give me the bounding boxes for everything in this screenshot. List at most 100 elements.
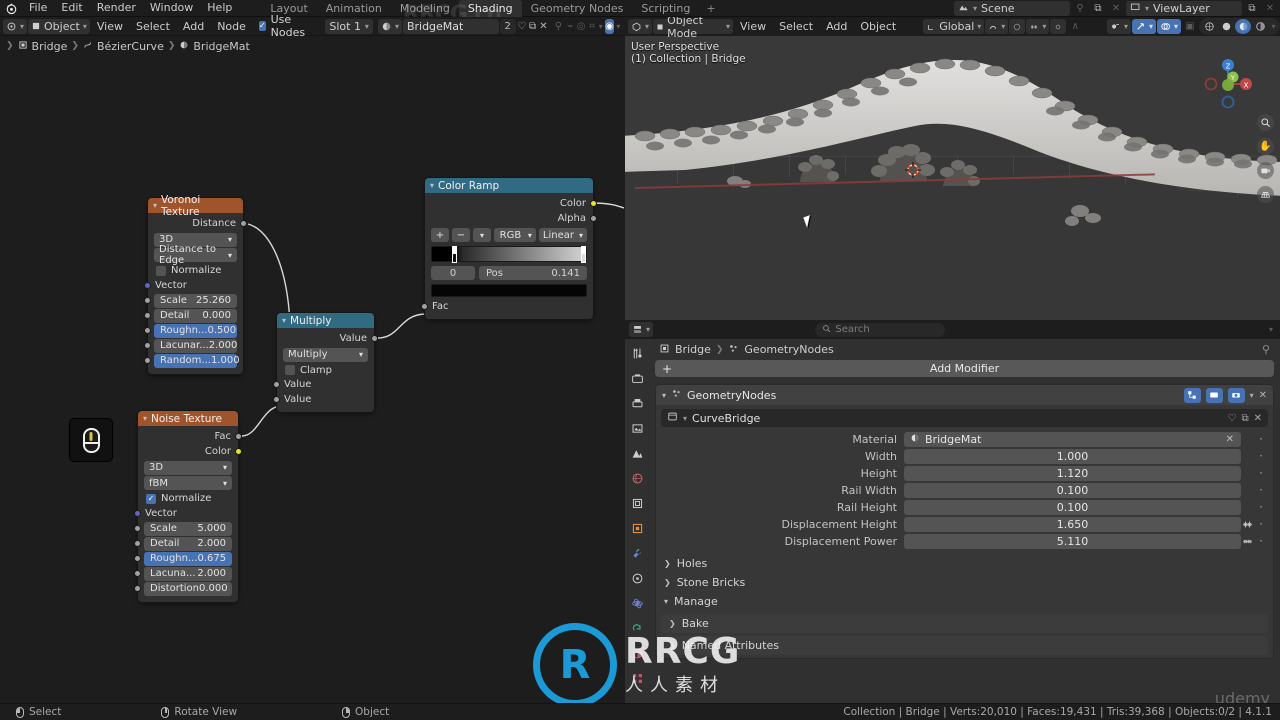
height-decorator-icon[interactable]: · [1254, 467, 1268, 479]
height-field[interactable]: 1.120 [904, 465, 1241, 481]
colorramp-color-mode-dropdown[interactable]: RGB ▾ [494, 228, 536, 242]
voronoi-output-distance[interactable]: Distance [148, 216, 247, 231]
viewlayer-selector[interactable]: ▾ ViewLayer [1126, 1, 1242, 16]
proportional-editing-icon[interactable] [1050, 19, 1067, 34]
modifier-extras-chevron-icon[interactable]: ▾ [1250, 391, 1254, 400]
chevron-right-icon[interactable]: ❯ [664, 578, 671, 587]
width-decorator-icon[interactable]: · [1254, 450, 1268, 462]
multiply-output-value[interactable]: Value [277, 331, 378, 346]
colorramp-output-color[interactable]: Color [425, 196, 597, 211]
socket-detail[interactable] [144, 311, 151, 319]
rail-height-decorator-icon[interactable]: · [1254, 501, 1268, 513]
modifier-name[interactable]: GeometryNodes [687, 389, 776, 402]
width-field[interactable]: 1.000 [904, 448, 1241, 464]
menu-edit[interactable]: Edit [54, 0, 89, 16]
rail-width-field[interactable]: 0.100 [904, 482, 1241, 498]
viewport-editor-type-selector[interactable]: ▾ [628, 19, 653, 34]
vp-menu-select[interactable]: Select [773, 20, 819, 33]
voronoi-field-scale[interactable]: Scale 25.260 [144, 293, 243, 308]
grid-icon[interactable] [1257, 186, 1274, 203]
pin-node-tree-icon[interactable]: ⚲ [553, 19, 563, 34]
noise-output-fac[interactable]: Fac [138, 429, 242, 444]
gizmo-toggle-icon[interactable]: ▾ [1131, 19, 1156, 34]
node-canvas[interactable]: ▾ Voronoi Texture Distance 3D ▾ Distance… [0, 56, 624, 703]
socket-value-2[interactable] [273, 396, 280, 403]
breadcrumb-data[interactable]: BézierCurve [97, 40, 164, 53]
unlink-node-group-icon[interactable]: ✕ [1254, 413, 1262, 424]
shading-chevron-icon[interactable]: ▾ [1269, 19, 1278, 34]
node-group-name[interactable]: CurveBridge [692, 412, 760, 425]
node-menu-add[interactable]: Add [177, 20, 210, 33]
node-math-multiply[interactable]: ▾ Multiply Value Multiply ▾ Clamp Value … [273, 313, 378, 412]
socket-scale[interactable] [144, 296, 151, 304]
panel-holes[interactable]: ❯ Holes [656, 554, 1273, 573]
socket-color[interactable] [235, 448, 242, 455]
noise-field-scale[interactable]: Scale 5.000 [134, 521, 238, 536]
voronoi-detail-widget[interactable]: Detail 0.000 [154, 308, 237, 323]
camera-icon[interactable] [1257, 162, 1274, 179]
socket-value-1[interactable] [273, 381, 280, 388]
properties-options-chevron-icon[interactable]: ▾ [1266, 322, 1276, 337]
show-in-edit-mode-icon[interactable] [1183, 387, 1201, 403]
tab-geometry-nodes[interactable]: Geometry Nodes [522, 0, 633, 17]
snap-chevron-icon[interactable]: ▾ [598, 19, 604, 34]
node-menu-node[interactable]: Node [211, 20, 252, 33]
tab-object-icon[interactable] [629, 520, 645, 536]
voronoi-field-roughness[interactable]: Roughn... 0.500 [144, 323, 243, 338]
colorramp-input-fac[interactable]: Fac [421, 299, 593, 314]
chevron-down-icon[interactable]: ▾ [664, 597, 668, 606]
socket-roughness[interactable] [144, 326, 151, 334]
multiply-input-value-2[interactable]: Value [273, 392, 374, 407]
interaction-mode-selector[interactable]: Object Mode ▾ [653, 17, 734, 40]
colorramp-interpolation-dropdown[interactable]: Linear ▾ [538, 228, 587, 242]
tab-world-icon[interactable] [629, 470, 645, 486]
multiply-operation-dropdown[interactable]: Multiply ▾ [283, 347, 368, 362]
pin-properties-icon[interactable]: ⚲ [1262, 343, 1274, 356]
show-in-render-icon[interactable] [1227, 387, 1245, 403]
menu-window[interactable]: Window [143, 0, 200, 16]
voronoi-input-vector[interactable]: Vector [144, 278, 243, 293]
socket-fac-in[interactable] [421, 303, 428, 310]
colorramp-position-field[interactable]: Pos 0.141 [479, 266, 587, 280]
material-row-field[interactable]: BridgeMat ✕ [904, 431, 1241, 447]
material-slot-selector[interactable]: Slot 1 ▾ [325, 18, 373, 34]
pin-scene-icon[interactable]: ⚲ [1072, 1, 1088, 16]
prop-breadcrumb-modifier[interactable]: GeometryNodes [744, 343, 833, 356]
material-browse-icon[interactable]: ▾ [377, 18, 402, 34]
xray-toggle-icon[interactable]: ▣ [1182, 19, 1198, 34]
use-nodes-toggle[interactable]: ✓ Use Nodes [253, 13, 314, 39]
noise-type-dropdown[interactable]: fBM ▾ [144, 476, 232, 490]
shading-material-preview-icon[interactable] [1235, 19, 1251, 34]
noise-lacunarity-widget[interactable]: Lacuna... 2.000 [144, 566, 232, 581]
tab-animation[interactable]: Animation [317, 0, 391, 17]
tab-particles-icon[interactable] [629, 570, 645, 586]
duplicate-material-icon[interactable]: ⧉ [528, 19, 538, 34]
menu-file[interactable]: File [22, 0, 54, 16]
visibility-filter-icon[interactable]: ▾ [1106, 19, 1131, 34]
socket-vector[interactable] [134, 509, 141, 517]
collapse-chevron-icon[interactable]: ▾ [430, 181, 434, 190]
node-noise-texture[interactable]: ▾ Noise Texture Fac Color 3D ▾ fBM ▾ ✓ N… [134, 411, 242, 602]
noise-detail-widget[interactable]: Detail 2.000 [144, 536, 232, 551]
noise-output-color[interactable]: Color [138, 444, 242, 459]
voronoi-field-randomness[interactable]: Random... 1.000 [144, 353, 243, 368]
displacement-height-field[interactable]: 1.650 [904, 516, 1241, 532]
snap-increments-icon[interactable]: ▾ [1026, 19, 1050, 34]
panel-bake[interactable]: ❯ Bake [661, 614, 1268, 633]
breadcrumb-material[interactable]: BridgeMat [193, 40, 249, 53]
noise-input-vector[interactable]: Vector [134, 506, 238, 521]
colorramp-stop-handle[interactable] [452, 246, 457, 264]
noise-field-lacunarity[interactable]: Lacuna... 2.000 [134, 566, 238, 581]
socket-randomness[interactable] [144, 356, 151, 364]
navigation-gizmo[interactable]: Z X Y [1202, 58, 1254, 110]
overlays-toggle-icon[interactable]: ▾ [1156, 19, 1181, 34]
node-color-ramp[interactable]: ▾ Color Ramp Color Alpha + − ▾ RGB ▾ Lin… [421, 178, 597, 319]
noise-field-detail[interactable]: Detail 2.000 [134, 536, 238, 551]
overlay-chevron-icon[interactable]: ▾ [615, 19, 621, 34]
node-multiply-header[interactable]: ▾ Multiply [277, 313, 374, 328]
delete-viewlayer-icon[interactable]: ✕ [1262, 1, 1278, 16]
fake-user-icon[interactable]: ♡ [517, 19, 527, 34]
panel-named-attributes[interactable]: ❯ Named Attributes [661, 636, 1268, 655]
voronoi-feature-dropdown[interactable]: Distance to Edge ▾ [154, 244, 237, 266]
panel-stone-bricks[interactable]: ❯ Stone Bricks [656, 573, 1273, 592]
